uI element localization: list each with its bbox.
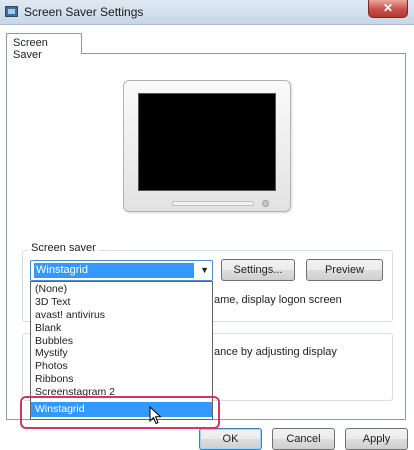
tab-screen-saver[interactable]: Screen Saver	[6, 33, 82, 61]
window-title: Screen Saver Settings	[24, 5, 144, 19]
mouse-pointer-icon	[149, 406, 162, 425]
cancel-button[interactable]: Cancel	[272, 428, 335, 450]
monitor-preview	[123, 80, 291, 212]
list-item[interactable]: Mystify	[31, 347, 212, 360]
apply-button[interactable]: Apply	[345, 428, 408, 450]
list-item[interactable]: Blank	[31, 322, 212, 335]
title-bar: Screen Saver Settings ✕	[0, 0, 414, 25]
screen-saver-group-label: Screen saver	[28, 242, 99, 254]
monitor-slot	[172, 201, 254, 206]
close-button[interactable]: ✕	[368, 0, 408, 18]
highlight-annotation	[20, 396, 220, 429]
power-management-text: ance by adjusting display	[214, 346, 337, 358]
preview-button[interactable]: Preview	[306, 259, 383, 281]
screen-saver-dropdown[interactable]: Winstagrid ▼	[30, 260, 213, 281]
list-item[interactable]: Photos	[31, 360, 212, 373]
app-icon	[5, 6, 18, 17]
settings-button[interactable]: Settings...	[221, 259, 295, 281]
monitor-screen	[138, 93, 276, 191]
monitor-power-led	[262, 200, 269, 207]
list-item[interactable]: avast! antivirus	[31, 309, 212, 322]
list-item[interactable]: Ribbons	[31, 373, 212, 386]
close-icon: ✕	[382, 1, 394, 15]
list-item[interactable]: (None)	[31, 283, 212, 296]
dropdown-selected-value: Winstagrid	[34, 263, 194, 278]
chevron-down-icon[interactable]: ▼	[200, 265, 209, 275]
list-item[interactable]: Bubbles	[31, 335, 212, 348]
list-item[interactable]: 3D Text	[31, 296, 212, 309]
logon-screen-label: ame, display logon screen	[214, 294, 342, 306]
ok-button[interactable]: OK	[199, 428, 262, 450]
